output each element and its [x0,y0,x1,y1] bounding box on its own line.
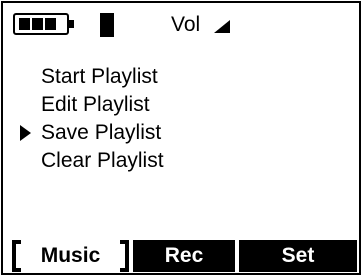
softkey-bar: Music Rec Set [6,240,357,272]
softkey-set[interactable]: Set [239,240,357,272]
softkey-rec[interactable]: Rec [133,240,235,272]
battery-terminal [69,20,74,28]
battery-cell [45,18,56,30]
battery-cell [19,18,30,30]
menu-item-edit-playlist[interactable]: Edit Playlist [41,92,150,118]
signal-icon [100,13,114,37]
softkey-music[interactable]: Music [12,240,129,272]
battery-cell [32,18,43,30]
menu-item-clear-playlist[interactable]: Clear Playlist [41,148,164,174]
volume-label: Vol [171,13,201,36]
selection-arrow-icon [20,125,31,141]
bracket-right-icon [120,240,129,272]
menu-item-save-playlist[interactable]: Save Playlist [41,120,161,146]
volume-icon [214,20,230,33]
device-screen: Vol Start Playlist Edit Playlist Save Pl… [1,1,361,275]
softkey-music-label: Music [40,244,101,267]
battery-icon [13,13,74,35]
menu-item-start-playlist[interactable]: Start Playlist [41,64,158,90]
